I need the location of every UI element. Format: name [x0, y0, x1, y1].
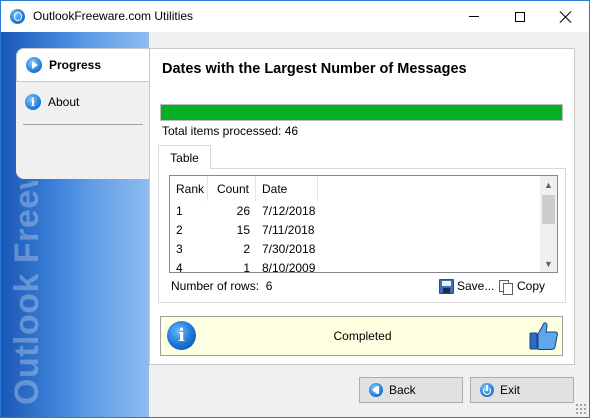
power-icon — [480, 383, 494, 397]
scroll-up-icon[interactable]: ▲ — [540, 176, 557, 193]
cell-count: 2 — [243, 241, 250, 256]
cell-rank: 1 — [176, 203, 183, 218]
minimize-button[interactable] — [451, 1, 497, 32]
thumbs-up-icon — [529, 322, 558, 350]
table-row[interactable]: 3 2 7/30/2018 — [170, 239, 318, 258]
back-icon — [369, 383, 383, 397]
save-label: Save... — [457, 279, 495, 293]
play-icon — [26, 57, 42, 73]
cell-date: 7/30/2018 — [262, 241, 316, 256]
cell-rank: 2 — [176, 222, 183, 237]
cell-count: 15 — [236, 222, 250, 237]
column-header-date[interactable]: Date — [256, 176, 318, 201]
row-count-value: 6 — [265, 279, 273, 293]
progress-bar — [160, 104, 563, 121]
cell-date: 7/11/2018 — [262, 222, 315, 237]
cell-rank: 4 — [176, 260, 183, 273]
table-row[interactable]: 4 1 8/10/2009 — [170, 258, 318, 273]
column-header-rank[interactable]: Rank — [170, 176, 208, 201]
table-row[interactable]: 2 15 7/11/2018 — [170, 220, 318, 239]
tab-label: Table — [170, 150, 199, 165]
maximize-button[interactable] — [497, 1, 543, 32]
page-title: Dates with the Largest Number of Message… — [162, 61, 467, 77]
copy-label: Copy — [517, 279, 546, 293]
sidebar-item-label: About — [48, 95, 80, 109]
maximize-icon — [515, 11, 525, 22]
copy-button[interactable]: Copy — [498, 276, 545, 296]
row-count-label: Number of rows: — [171, 279, 260, 293]
save-button[interactable]: Save... — [439, 276, 494, 296]
floppy-disk-icon — [439, 278, 454, 294]
table-row[interactable]: 1 26 7/12/2018 — [170, 201, 318, 220]
brand-watermark-text: Outlook Freeware.com — [8, 181, 46, 405]
sidebar-item-progress[interactable]: Progress — [16, 48, 149, 82]
minimize-icon — [469, 16, 479, 17]
info-icon: i — [25, 94, 41, 110]
sidebar-item-label: Progress — [49, 58, 102, 72]
progress-bar-fill — [161, 105, 562, 120]
tab-table[interactable]: Table — [158, 145, 211, 169]
row-count: Number of rows: 6 — [171, 279, 272, 293]
app-window: OutlookFreeware.com Utilities Progress i… — [0, 0, 590, 418]
brand-watermark: Outlook Freeware.com — [1, 181, 57, 417]
table-tab-panel: Rank Count Date 1 26 7/12/2018 2 15 7/11… — [158, 168, 566, 303]
close-button[interactable] — [543, 1, 589, 32]
cell-count: 1 — [243, 260, 250, 273]
table-scrollbar[interactable]: ▲ ▼ — [540, 176, 557, 272]
back-label: Back — [389, 383, 416, 397]
exit-button[interactable]: Exit — [470, 377, 574, 403]
cell-rank: 3 — [176, 241, 183, 256]
cell-date: 8/10/2009 — [262, 260, 316, 273]
main-panel: Dates with the Largest Number of Message… — [149, 48, 575, 365]
sidebar-item-about[interactable]: i About — [16, 85, 149, 119]
scrollbar-thumb[interactable] — [542, 195, 555, 224]
back-button[interactable]: Back — [359, 377, 463, 403]
resize-grip-icon[interactable] — [575, 403, 587, 415]
results-table[interactable]: Rank Count Date 1 26 7/12/2018 2 15 7/11… — [169, 175, 558, 273]
scroll-down-icon[interactable]: ▼ — [540, 255, 557, 272]
cell-count: 26 — [236, 203, 250, 218]
cell-date: 7/12/2018 — [262, 203, 316, 218]
column-header-count[interactable]: Count — [208, 176, 256, 201]
title-bar: OutlookFreeware.com Utilities — [1, 1, 589, 32]
copy-icon — [498, 279, 513, 295]
sidebar-divider — [23, 124, 143, 125]
app-icon — [10, 9, 25, 24]
table-header: Rank Count Date — [170, 176, 318, 201]
exit-label: Exit — [500, 383, 521, 397]
items-processed-text: Total items processed: 46 — [162, 124, 299, 138]
status-text: Completed — [333, 329, 392, 343]
window-title: OutlookFreeware.com Utilities — [33, 9, 194, 23]
close-icon — [560, 11, 572, 23]
status-box: i Completed — [160, 316, 563, 356]
